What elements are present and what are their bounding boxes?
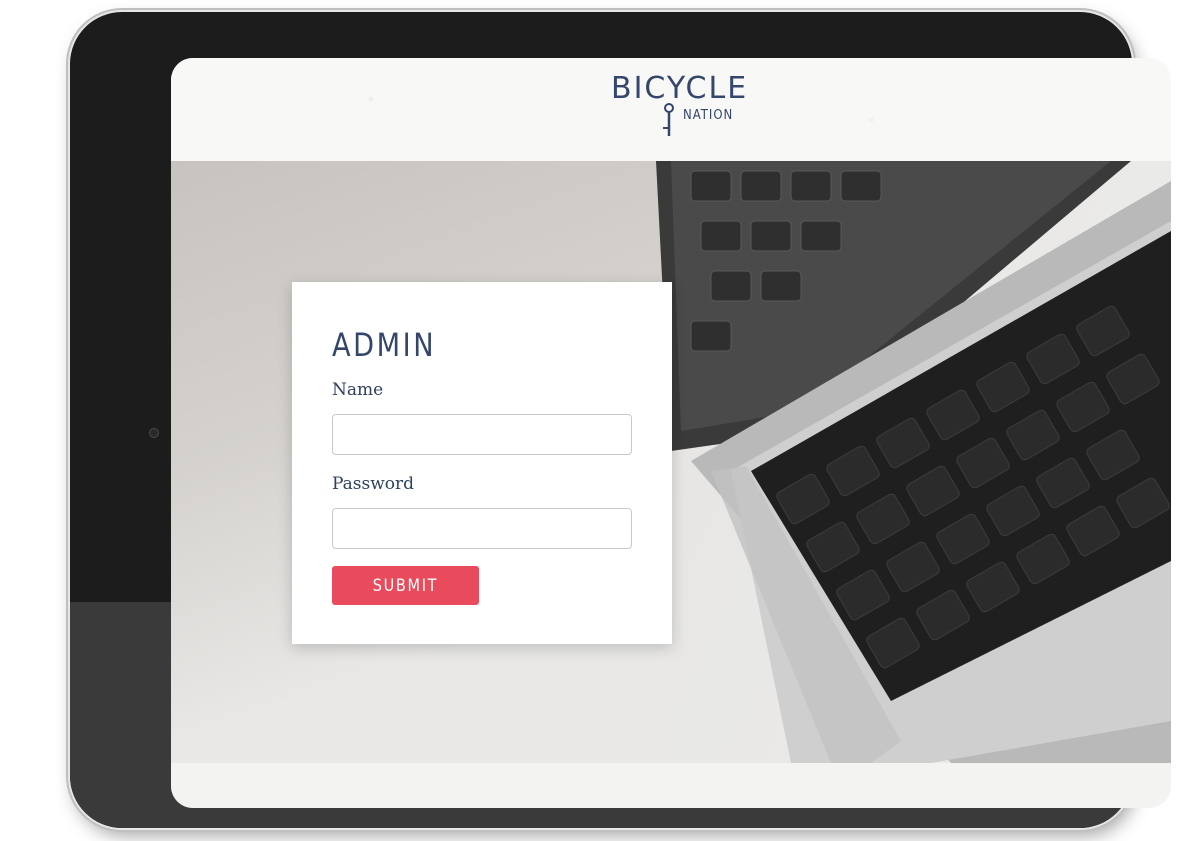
login-title: ADMIN [332,326,437,364]
password-input[interactable] [332,508,632,549]
camera-icon [149,428,159,438]
cyclist-icon [663,103,674,136]
logo-wordmark: BICYCLE [611,71,749,106]
brand-logo[interactable]: BICYCLE NATION [611,72,746,142]
site-footer [171,763,1171,808]
password-label: Password [332,474,415,494]
site-header: BICYCLE NATION [171,58,1171,161]
admin-login-card: ADMIN Name Password SUBMIT [292,282,672,644]
logo-subtitle: NATION [683,108,734,123]
tablet-screen: BICYCLE NATION ADMIN Name Password SUBMI… [171,58,1171,808]
submit-button-label: SUBMIT [372,575,439,596]
tablet-frame: BICYCLE NATION ADMIN Name Password SUBMI… [70,12,1171,828]
submit-button[interactable]: SUBMIT [332,566,479,605]
name-input[interactable] [332,414,632,455]
name-label: Name [332,380,384,400]
